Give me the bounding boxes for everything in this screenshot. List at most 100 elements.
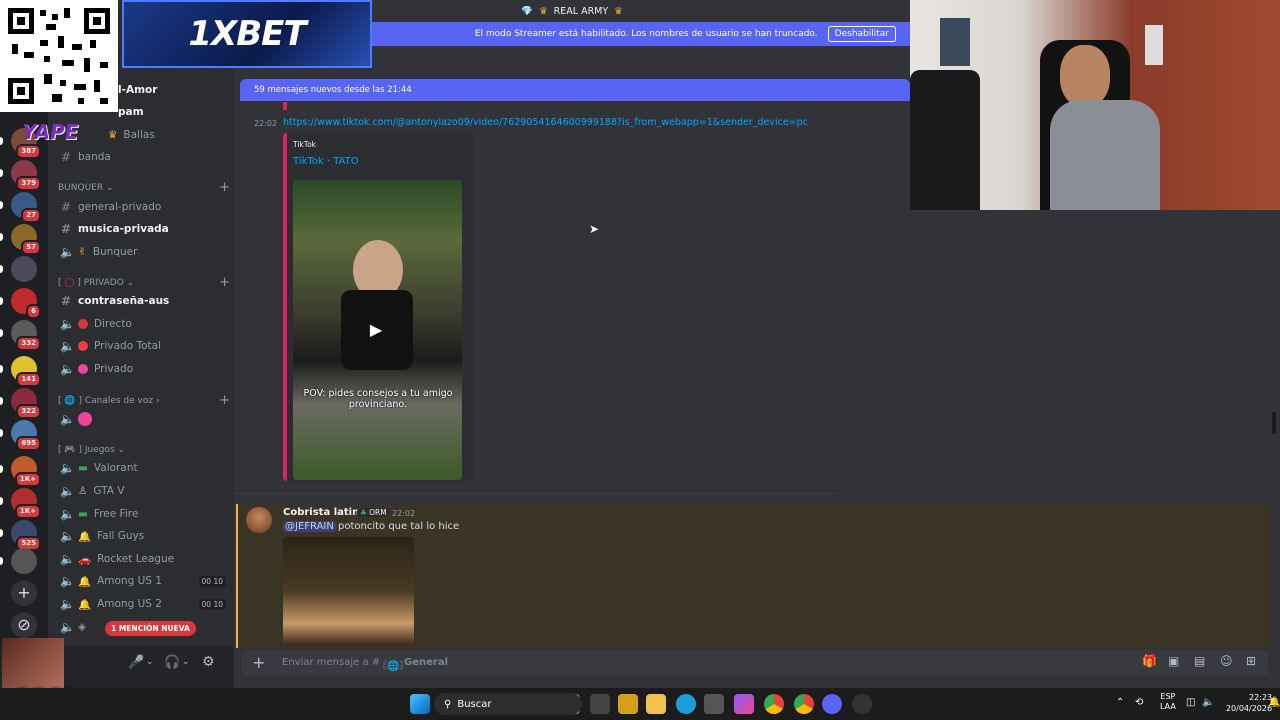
server-icon[interactable]: 1K+ bbox=[11, 488, 41, 519]
channel-item[interactable]: # general-privado bbox=[56, 196, 226, 218]
gif-icon[interactable]: ▣ bbox=[1168, 654, 1179, 668]
user-mention[interactable]: @JEFRAIN bbox=[283, 521, 336, 532]
channel-item[interactable]: pam bbox=[114, 101, 224, 123]
apps-icon[interactable]: ⊞ bbox=[1246, 654, 1256, 668]
language-indicator[interactable]: ESP LAA bbox=[1160, 692, 1176, 712]
video-thumbnail[interactable]: ▶ POV: pides consejos a tu amigo provinc… bbox=[293, 180, 462, 480]
speaker-icon: 🔈 bbox=[60, 597, 75, 611]
server-icon[interactable]: 27 bbox=[11, 192, 41, 223]
composer-channel: General bbox=[404, 657, 448, 668]
server-icon[interactable]: 1K+ bbox=[11, 456, 41, 487]
windows-start-icon[interactable] bbox=[410, 694, 430, 714]
notification-icon[interactable]: 🔔 bbox=[1268, 697, 1280, 708]
channel-item[interactable]: l-Amor bbox=[114, 79, 224, 101]
emoji-icon[interactable]: ☺ bbox=[1220, 654, 1233, 668]
channel-item[interactable]: ♛ Ballas bbox=[104, 124, 214, 146]
voice-channel-item[interactable]: 🔈 🚗 Rocket League bbox=[56, 548, 226, 570]
server-title: REAL ARMY bbox=[553, 5, 609, 17]
category-label: Juegos bbox=[84, 445, 115, 455]
chevron-down-icon: ⌄ bbox=[117, 445, 126, 455]
diamond-icon: 💎 bbox=[521, 5, 534, 17]
mention-badge[interactable]: 1 MENCIÓN NUEVA bbox=[105, 621, 196, 636]
headphones-icon[interactable]: 🎧 bbox=[164, 655, 180, 670]
tiktok-link[interactable]: https://www.tiktok.com/@antonylazo09/vid… bbox=[283, 117, 808, 128]
server-icon[interactable] bbox=[11, 256, 37, 282]
category-label: Canales de voz bbox=[84, 396, 154, 406]
voice-channel-item[interactable]: 🔈 🔔 Fall Guys bbox=[56, 525, 226, 547]
app-icon[interactable] bbox=[618, 694, 638, 714]
app-icon[interactable] bbox=[852, 694, 872, 714]
unread-badge: 695 bbox=[16, 436, 41, 451]
avatar[interactable] bbox=[246, 507, 272, 533]
mention-badge-text: 1 MENCIÓN NUEVA bbox=[111, 624, 190, 633]
voice-channel-item[interactable]: 🔈 Privado bbox=[56, 358, 226, 380]
voice-channel-item[interactable]: 🔈 Privado Total bbox=[56, 335, 226, 357]
copilot-icon[interactable] bbox=[734, 694, 754, 714]
clock-time: 22:23 bbox=[1249, 693, 1273, 702]
message-composer[interactable]: + Enviar mensaje a # 〘🌐〙 General 🎁 ▣ ▤ ☺… bbox=[242, 650, 1268, 676]
edge-icon[interactable] bbox=[676, 694, 696, 714]
app-icon[interactable] bbox=[704, 694, 724, 714]
chevron-up-icon[interactable]: ⌃ bbox=[1116, 697, 1124, 708]
play-icon[interactable]: ▶ bbox=[361, 320, 391, 342]
discord-icon[interactable] bbox=[822, 694, 842, 714]
file-explorer-icon[interactable] bbox=[646, 694, 666, 714]
server-icon[interactable]: 332 bbox=[11, 320, 41, 351]
gear-icon[interactable]: ⚙ bbox=[202, 654, 215, 670]
server-icon[interactable]: 695 bbox=[11, 420, 41, 451]
discover-icon[interactable]: ⊘ bbox=[11, 612, 37, 638]
category-privado[interactable]: [ ◯ ] PRIVADO ⌄ + bbox=[58, 276, 230, 289]
server-icon[interactable]: 322 bbox=[11, 388, 41, 419]
add-server-icon[interactable]: + bbox=[11, 580, 37, 606]
video-caption: POV: pides consejos a tu amigo provincia… bbox=[303, 388, 453, 410]
channel-item[interactable]: # contraseña-aus bbox=[56, 290, 226, 312]
category-juegos[interactable]: [ 🎮 ] Juegos ⌄ bbox=[58, 445, 230, 455]
chrome-icon[interactable] bbox=[764, 694, 784, 714]
gift-icon[interactable]: 🎁 bbox=[1142, 654, 1157, 668]
speaker-icon: 🔈 bbox=[60, 412, 75, 426]
voice-channel-item[interactable]: 🔈 ♙ GTA V bbox=[56, 480, 226, 502]
server-icon[interactable]: 379 bbox=[11, 160, 41, 191]
channel-label: contraseña-aus bbox=[78, 295, 170, 307]
server-icon[interactable]: 6 bbox=[11, 288, 41, 319]
new-messages-bar[interactable]: 59 mensajes nuevos desde las 21:44 bbox=[240, 79, 910, 101]
clock[interactable]: 22:23 20/04/2026 bbox=[1225, 692, 1272, 714]
category-bunquer[interactable]: BUNQUER ⌄ + bbox=[58, 181, 230, 194]
attached-image[interactable] bbox=[283, 537, 414, 645]
voice-channel-item[interactable]: 🔈 Directo bbox=[56, 313, 226, 335]
chrome-icon[interactable] bbox=[794, 694, 814, 714]
voice-channel-item[interactable]: 🔈 bbox=[56, 408, 226, 430]
channel-item[interactable]: # musica-privada bbox=[56, 218, 226, 240]
message-timestamp: 22:02 bbox=[254, 119, 278, 128]
embed-title[interactable]: TikTok · TATO bbox=[293, 156, 359, 167]
category-voz[interactable]: [ 🌐 ] Canales de voz › + bbox=[58, 394, 230, 407]
disable-streamer-button[interactable]: Deshabilitar bbox=[827, 26, 896, 42]
message-author[interactable]: Cobrista latino bbox=[283, 507, 366, 518]
chevron-down-icon[interactable]: ⌄ bbox=[146, 657, 154, 667]
channel-label: Among US 1 bbox=[97, 575, 162, 587]
mic-muted-icon[interactable]: 🎤 bbox=[128, 655, 144, 670]
taskbar-search[interactable]: ⚲ Buscar bbox=[434, 693, 582, 715]
voice-channel-item[interactable]: 🔈 🔔 Among US 1 00 10 bbox=[56, 570, 226, 592]
add-attachment-icon[interactable]: + bbox=[252, 653, 265, 672]
sticker-icon[interactable]: ▤ bbox=[1194, 654, 1205, 668]
server-icon[interactable] bbox=[11, 548, 37, 574]
server-icon[interactable]: 57 bbox=[11, 224, 41, 255]
wifi-icon[interactable]: ◫ bbox=[1186, 697, 1195, 708]
voice-channel-item[interactable]: 🔈 ▬ Valorant bbox=[56, 457, 226, 479]
voice-channel-item[interactable]: 🔈 ▬ Free Fire bbox=[56, 503, 226, 525]
game-icon: ◈ bbox=[78, 621, 87, 633]
voice-channel-item[interactable]: 🔈 🔔 Among US 2 00 10 bbox=[56, 593, 226, 615]
add-channel-icon[interactable]: + bbox=[219, 276, 230, 289]
scrollbar-thumb[interactable] bbox=[1272, 412, 1276, 434]
volume-icon[interactable]: 🔈 bbox=[1202, 697, 1214, 708]
add-channel-icon[interactable]: + bbox=[219, 394, 230, 407]
voice-channel-item[interactable]: 🔈 ✌ Bunquer bbox=[56, 241, 226, 263]
task-view-icon[interactable] bbox=[590, 694, 610, 714]
channel-item[interactable]: # banda bbox=[56, 146, 226, 168]
server-icon[interactable]: 525 bbox=[11, 520, 41, 551]
add-channel-icon[interactable]: + bbox=[219, 181, 230, 194]
server-icon[interactable]: 141 bbox=[11, 356, 41, 387]
network-icon[interactable]: ⟲ bbox=[1135, 697, 1143, 708]
chevron-down-icon[interactable]: ⌄ bbox=[182, 657, 190, 667]
